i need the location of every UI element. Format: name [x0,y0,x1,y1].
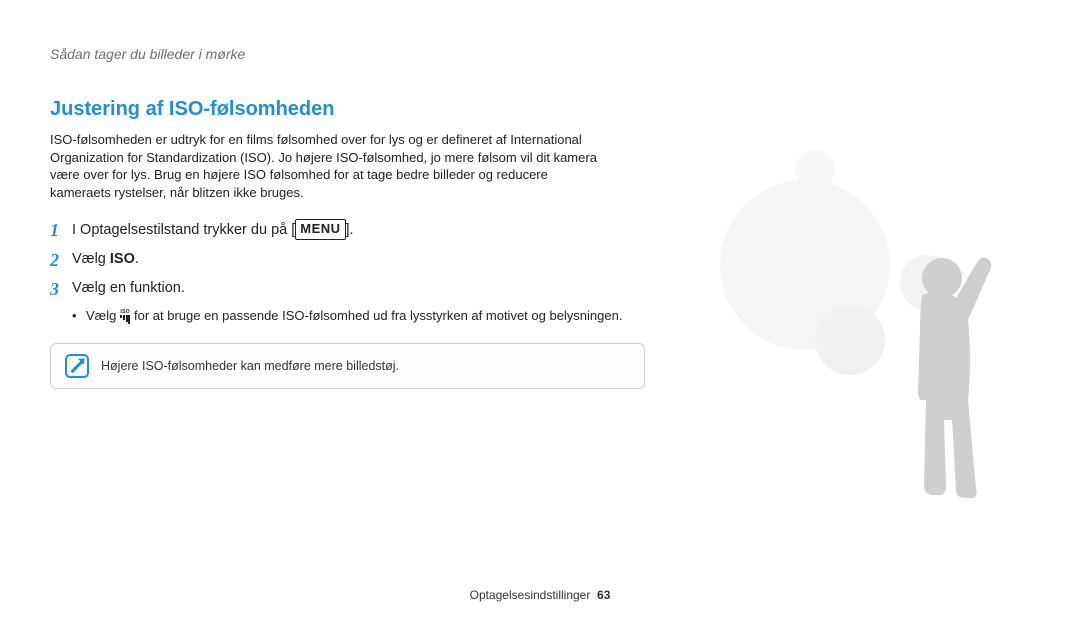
step-3: 3 Vælg en funktion. [50,278,640,301]
section-title: Justering af ISO-følsomheden [50,98,1030,121]
intro-paragraph: ISO-følsomheden er udtryk for en films f… [50,131,610,201]
page-footer: Optagelsesindstillinger 63 [0,588,1080,602]
step-1: 1 I Optagelsestilstand trykker du på [ME… [50,219,640,242]
step-2-bold: ISO [110,251,135,267]
step-text: Vælg ISO. [72,249,139,270]
bullet-pre: Vælg [86,308,120,323]
iso-auto-icon: ISO [120,310,130,324]
bubble-icon [900,255,955,310]
note-icon [65,354,89,378]
bullet-text: Vælg ISO for at bruge en passende ISO-fø… [86,307,622,325]
step-text: I Optagelsestilstand trykker du på [MENU… [72,219,354,241]
step-text: Vælg en funktion. [72,278,185,299]
step-1-pre: I Optagelsestilstand trykker du på [ [72,222,295,238]
step-number: 2 [50,249,72,272]
manual-page: Sådan tager du billeder i mørke Justerin… [0,0,1080,630]
footer-section: Optagelsesindstillinger [470,588,591,602]
step-2-pre: Vælg [72,251,110,267]
note-callout: Højere ISO-følsomheder kan medføre mere … [50,343,645,389]
page-number: 63 [597,588,610,602]
menu-button-label: MENU [295,219,345,240]
step-2: 2 Vælg ISO. [50,249,640,272]
bullet-item: • Vælg ISO for at bruge en passende ISO-… [72,307,632,325]
child-silhouette-icon [860,240,1010,520]
steps-list: 1 I Optagelsestilstand trykker du på [ME… [50,219,640,301]
breadcrumb: Sådan tager du billeder i mørke [50,46,1030,62]
step-number: 1 [50,219,72,242]
step-3-sub: • Vælg ISO for at bruge en passende ISO-… [72,307,632,325]
bubble-icon [815,305,885,375]
bullet-marker: • [72,307,86,325]
bullet-post: for at bruge en passende ISO-følsomhed u… [134,308,622,323]
note-text: Højere ISO-følsomheder kan medføre mere … [101,359,399,373]
step-number: 3 [50,278,72,301]
bubble-icon [720,180,890,350]
step-1-post: ]. [346,222,354,238]
bubble-icon [795,150,835,190]
step-2-post: . [135,251,139,267]
decorative-art [720,150,1040,530]
